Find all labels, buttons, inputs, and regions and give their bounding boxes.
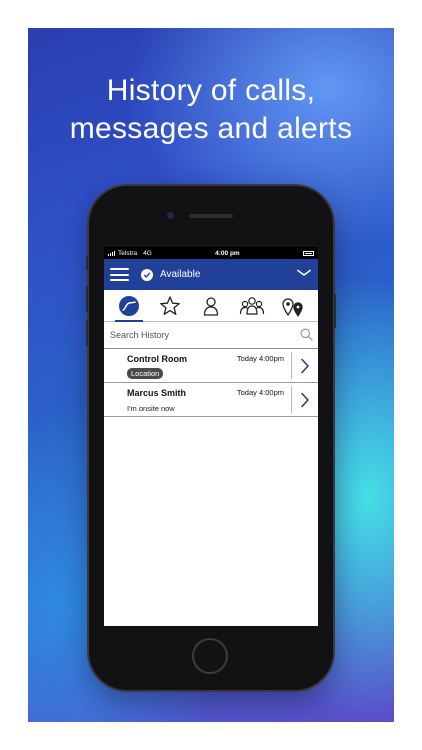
promo-headline: History of calls, messages and alerts bbox=[28, 72, 394, 148]
history-icon bbox=[118, 295, 139, 316]
search-input[interactable] bbox=[110, 330, 280, 340]
tab-bar bbox=[104, 290, 318, 322]
row-divider bbox=[291, 352, 292, 379]
history-row[interactable]: Marcus Smith Today 4:00pm I'm onsite now bbox=[104, 383, 318, 417]
history-contact-name: Marcus Smith bbox=[127, 388, 187, 398]
star-icon bbox=[159, 295, 180, 315]
history-timestamp: Today 4:00pm bbox=[236, 354, 284, 363]
tab-contacts[interactable] bbox=[197, 293, 225, 319]
carrier-name: Telstra bbox=[118, 249, 138, 257]
availability-status[interactable]: Available bbox=[160, 269, 200, 280]
tab-favourites[interactable] bbox=[156, 293, 184, 319]
tab-groups[interactable] bbox=[238, 293, 266, 319]
volume-up-button bbox=[86, 286, 88, 312]
status-bar: Telstra 4G 4:00 pm bbox=[104, 247, 318, 259]
history-contact-name: Control Room bbox=[127, 354, 187, 364]
chevron-right-icon[interactable] bbox=[300, 358, 310, 374]
person-icon bbox=[203, 296, 219, 316]
earpiece-speaker bbox=[189, 214, 233, 218]
volume-down-button bbox=[86, 320, 88, 346]
history-timestamp: Today 4:00pm bbox=[236, 388, 284, 397]
search-icon[interactable] bbox=[300, 328, 313, 341]
chevron-down-icon[interactable] bbox=[297, 269, 311, 277]
chevron-right-icon[interactable] bbox=[300, 392, 310, 408]
power-button bbox=[334, 294, 336, 328]
front-camera bbox=[167, 212, 174, 219]
home-button[interactable] bbox=[192, 638, 228, 674]
signal-icon bbox=[108, 250, 115, 256]
clock: 4:00 pm bbox=[215, 249, 240, 257]
location-badge: Location bbox=[127, 368, 164, 379]
check-circle-icon bbox=[141, 268, 153, 281]
phone-frame: Telstra 4G 4:00 pm Available Search Hist… bbox=[86, 186, 336, 690]
app-header: Available bbox=[104, 259, 318, 290]
phone-screen: Telstra 4G 4:00 pm Available Search Hist… bbox=[104, 247, 318, 626]
search-bar bbox=[104, 322, 318, 349]
tab-history[interactable] bbox=[114, 293, 143, 322]
history-row[interactable]: Control Room Today 4:00pm Location bbox=[104, 349, 318, 383]
hamburger-menu-icon[interactable] bbox=[110, 268, 129, 281]
battery-icon bbox=[303, 250, 314, 256]
message-preview: I'm onsite now bbox=[127, 404, 175, 413]
tab-locations[interactable] bbox=[279, 293, 307, 319]
row-divider bbox=[291, 386, 292, 413]
headline-line-2: messages and alerts bbox=[69, 112, 353, 145]
headline-line-1: History of calls, bbox=[106, 74, 316, 107]
network-type: 4G bbox=[143, 249, 152, 257]
mute-switch bbox=[86, 256, 88, 270]
group-icon bbox=[240, 296, 265, 315]
location-pins-icon bbox=[282, 297, 304, 317]
